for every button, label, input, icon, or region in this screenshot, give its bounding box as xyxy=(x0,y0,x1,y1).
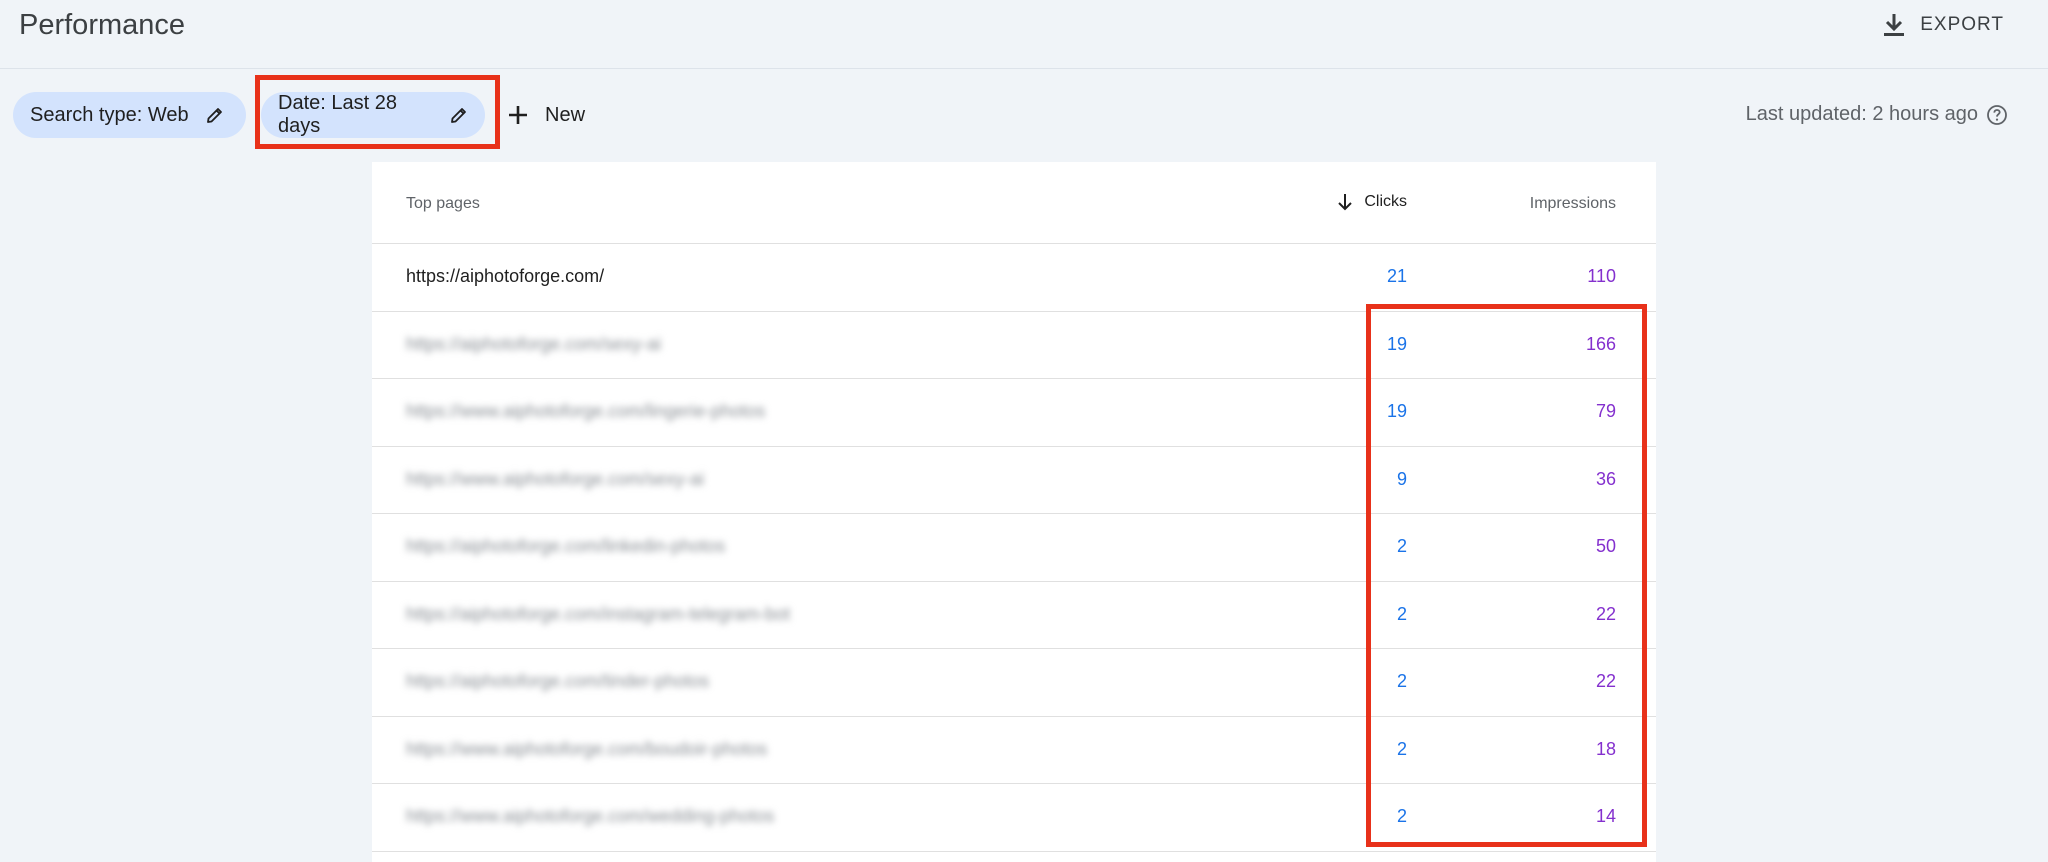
top-bar: Performance EXPORT xyxy=(0,0,2048,69)
table-row[interactable]: https://www.aiphotoforge.com/wedding-pho… xyxy=(372,784,1656,852)
plus-icon xyxy=(507,104,529,126)
export-label: EXPORT xyxy=(1920,14,2004,35)
clicks-value: 9 xyxy=(1396,468,1407,489)
table-row[interactable]: https://aiphotoforge.com/tinder-photos 2… xyxy=(372,649,1656,717)
clicks-value: 2 xyxy=(1396,671,1407,691)
date-filter-label: Date: Last 28 days xyxy=(278,92,397,137)
column-header-clicks[interactable]: Clicks xyxy=(1336,192,1407,212)
column-header-impressions[interactable]: Impressions xyxy=(1530,195,1616,213)
clicks-value: 2 xyxy=(1396,806,1407,826)
clicks-header-label: Clicks xyxy=(1364,193,1407,210)
top-pages-table: Top pages Clicks Impressions https://aip… xyxy=(372,162,1656,862)
impressions-value: 110 xyxy=(1587,266,1616,286)
clicks-value: 2 xyxy=(1396,536,1407,556)
page-url[interactable]: https://aiphotoforge.com/sexy-ai xyxy=(406,334,661,355)
table-row[interactable]: https://www.aiphotoforge.com/lingerie-ph… xyxy=(372,379,1656,447)
impressions-value: 22 xyxy=(1595,603,1616,624)
table-row[interactable]: https://aiphotoforge.com/ 21 110 xyxy=(372,244,1656,312)
download-icon xyxy=(1882,12,1906,38)
impressions-value: 14 xyxy=(1595,806,1616,826)
date-filter-chip[interactable]: Date: Last 28 days xyxy=(261,92,485,138)
edit-pencil-icon[interactable] xyxy=(205,105,225,125)
page-url[interactable]: https://www.aiphotoforge.com/boudoir-pho… xyxy=(406,739,767,760)
table-row[interactable]: https://aiphotoforge.com/sexy-ai 19 166 xyxy=(372,312,1656,379)
table-header: Top pages Clicks Impressions xyxy=(372,162,1656,244)
search-type-label: Search type: Web xyxy=(30,103,189,126)
last-updated-text: Last updated: 2 hours ago xyxy=(1745,103,1978,125)
page-url[interactable]: https://aiphotoforge.com/tinder-photos xyxy=(406,671,709,692)
page-title: Performance xyxy=(19,9,186,41)
table-row[interactable]: https://aiphotoforge.com/instagram-teleg… xyxy=(372,582,1656,649)
impressions-value: 166 xyxy=(1585,333,1616,354)
new-filter-button[interactable]: New xyxy=(507,104,585,127)
page-url[interactable]: https://www.aiphotoforge.com/wedding-pho… xyxy=(406,806,774,827)
edit-pencil-icon[interactable] xyxy=(449,105,469,125)
search-type-filter-chip[interactable]: Search type: Web xyxy=(13,92,246,138)
impressions-value: 36 xyxy=(1595,468,1616,489)
page-url[interactable]: https://aiphotoforge.com/linkedin-photos xyxy=(406,536,725,557)
sort-arrow-down-icon xyxy=(1336,192,1354,212)
page-url[interactable]: https://aiphotoforge.com/ xyxy=(406,266,604,287)
column-header-top-pages[interactable]: Top pages xyxy=(406,195,480,213)
last-updated: Last updated: 2 hours ago xyxy=(1746,103,2008,126)
clicks-value: 21 xyxy=(1386,266,1407,286)
export-button[interactable]: EXPORT xyxy=(1882,10,2004,40)
filter-bar: Search type: Web Date: Last 28 days New xyxy=(13,92,585,138)
impressions-value: 79 xyxy=(1595,401,1616,421)
clicks-value: 2 xyxy=(1396,603,1407,624)
page-url[interactable]: https://www.aiphotoforge.com/sexy-ai xyxy=(406,469,704,490)
clicks-value: 2 xyxy=(1396,738,1407,759)
page-url[interactable]: https://www.aiphotoforge.com/lingerie-ph… xyxy=(406,401,765,422)
table-row[interactable]: https://aiphotoforge.com/linkedin-photos… xyxy=(372,514,1656,582)
table-row[interactable]: https://www.aiphotoforge.com/sexy-ai 9 3… xyxy=(372,447,1656,514)
impressions-value: 50 xyxy=(1595,536,1616,556)
clicks-value: 19 xyxy=(1386,401,1407,421)
new-filter-label: New xyxy=(545,103,586,126)
impressions-value: 22 xyxy=(1595,671,1616,691)
help-icon[interactable] xyxy=(1986,104,2008,126)
page-url[interactable]: https://aiphotoforge.com/instagram-teleg… xyxy=(406,604,790,625)
impressions-value: 18 xyxy=(1595,738,1616,759)
table-row[interactable]: https://www.aiphotoforge.com/boudoir-pho… xyxy=(372,717,1656,784)
clicks-value: 19 xyxy=(1386,333,1407,354)
